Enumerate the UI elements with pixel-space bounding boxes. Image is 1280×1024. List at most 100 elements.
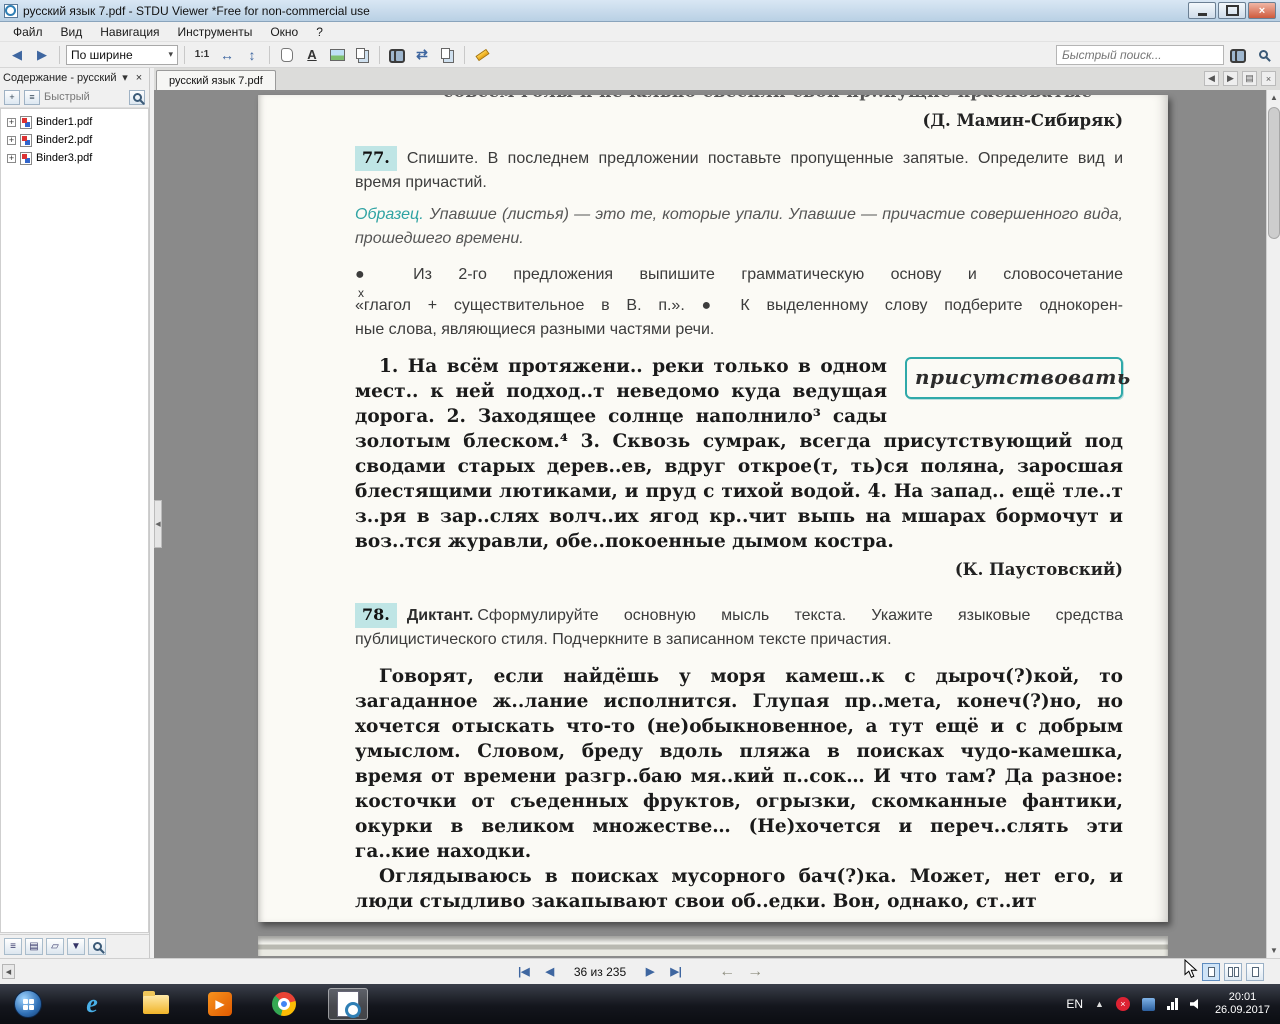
panel-contents-icon[interactable]: ≡ bbox=[4, 938, 22, 955]
continuous-layout-icon[interactable] bbox=[1246, 963, 1264, 981]
expand-all-icon[interactable]: + bbox=[4, 90, 20, 105]
first-page-button[interactable]: |◀ bbox=[514, 963, 534, 981]
menu-bar: Файл Вид Навигация Инструменты Окно ? bbox=[0, 22, 1280, 42]
highlight-tool-icon[interactable] bbox=[471, 44, 493, 66]
text-select-tool-icon[interactable]: A bbox=[301, 44, 323, 66]
taskbar-media-player[interactable]: ▶ bbox=[200, 988, 240, 1020]
previous-page-button[interactable]: ◀ bbox=[540, 963, 560, 981]
history-back-icon[interactable]: ← bbox=[716, 963, 738, 981]
zoom-mode-select[interactable]: По ширине ▾ bbox=[66, 45, 178, 65]
history-forward-icon[interactable]: → bbox=[744, 963, 766, 981]
page-glyph bbox=[1228, 967, 1233, 977]
maximize-button[interactable] bbox=[1218, 2, 1246, 19]
search-tool-icon[interactable] bbox=[386, 44, 408, 66]
action-center-icon[interactable]: × bbox=[1116, 997, 1130, 1011]
author-text: (Д. Мамин-Сибиряк) bbox=[923, 111, 1123, 130]
actual-size-icon[interactable]: 1:1 bbox=[191, 44, 213, 66]
quick-search-input[interactable] bbox=[1056, 45, 1224, 65]
find-next-icon[interactable] bbox=[1252, 44, 1274, 66]
copy-icon bbox=[441, 48, 450, 59]
exercise-77-note-line1: ● Из 2-го предложения выпишите грамматич… bbox=[355, 263, 1123, 287]
panel-search-icon[interactable] bbox=[88, 938, 106, 955]
fit-width-icon[interactable]: ↔ bbox=[216, 44, 238, 66]
sidebar-dropdown-icon[interactable]: ▾ bbox=[118, 71, 132, 85]
tree-item-label[interactable]: Binder2.pdf bbox=[36, 134, 92, 146]
expander-icon[interactable]: + bbox=[7, 136, 16, 145]
taskbar-clock[interactable]: 20:01 26.09.2017 bbox=[1215, 991, 1270, 1017]
network-icon[interactable] bbox=[1167, 998, 1178, 1010]
tab-scroll-left-icon[interactable]: ◀ bbox=[1204, 71, 1219, 86]
close-button[interactable]: × bbox=[1248, 2, 1276, 19]
windows-taskbar: e ▶ EN ▲ × 20:01 26.09.2017 bbox=[0, 984, 1280, 1024]
expander-icon[interactable]: + bbox=[7, 154, 16, 163]
tree-item-label[interactable]: Binder3.pdf bbox=[36, 152, 92, 164]
panel-attachments-icon[interactable]: ▼ bbox=[67, 938, 85, 955]
tree-item-binder3[interactable]: + Binder3.pdf bbox=[3, 149, 146, 167]
hand-tool-icon[interactable] bbox=[276, 44, 298, 66]
collapse-all-icon[interactable]: ≡ bbox=[24, 90, 40, 105]
taskbar-stdu-viewer-active[interactable] bbox=[328, 988, 368, 1020]
volume-icon[interactable] bbox=[1190, 998, 1203, 1010]
expander-icon[interactable]: + bbox=[7, 118, 16, 127]
chevron-down-icon: ▾ bbox=[168, 49, 173, 60]
menu-view[interactable]: Вид bbox=[52, 23, 92, 41]
panel-bookmarks-icon[interactable]: ▱ bbox=[46, 938, 64, 955]
start-button[interactable] bbox=[8, 988, 48, 1020]
next-page-button[interactable]: ▶ bbox=[640, 963, 660, 981]
menu-navigation[interactable]: Навигация bbox=[91, 23, 168, 41]
menu-help[interactable]: ? bbox=[307, 23, 332, 41]
chrome-icon bbox=[272, 992, 296, 1016]
tray-expand-icon[interactable]: ▲ bbox=[1095, 999, 1104, 1009]
tree-item-binder2[interactable]: + Binder2.pdf bbox=[3, 131, 146, 149]
document-tab[interactable]: русский язык 7.pdf bbox=[156, 70, 276, 90]
page-indicator[interactable]: 36 из 235 bbox=[566, 965, 634, 979]
exercise-78-task: 78.Диктант.Сформулируйте основную мысль … bbox=[355, 603, 1123, 652]
scroll-up-icon[interactable]: ▲ bbox=[1267, 90, 1280, 105]
last-page-button[interactable]: ▶| bbox=[666, 963, 686, 981]
menu-tools[interactable]: Инструменты bbox=[169, 23, 262, 41]
minimize-button[interactable] bbox=[1188, 2, 1216, 19]
tree-item-label[interactable]: Binder1.pdf bbox=[36, 116, 92, 128]
scroll-left-button[interactable]: ◀ bbox=[2, 964, 15, 979]
tab-scroll-right-icon[interactable]: ▶ bbox=[1223, 71, 1238, 86]
single-page-layout-icon[interactable] bbox=[1202, 963, 1220, 981]
next-page-preview bbox=[258, 936, 1168, 956]
sidebar-search-button[interactable] bbox=[129, 90, 145, 105]
sidebar-collapse-handle[interactable]: ◀ bbox=[154, 500, 162, 548]
menu-window[interactable]: Окно bbox=[261, 23, 307, 41]
exercise-77-number-badge: 77. bbox=[355, 146, 397, 171]
vocabulary-word-box: присутствовать bbox=[905, 357, 1123, 399]
copy-icon-button[interactable] bbox=[436, 44, 458, 66]
mouse-cursor bbox=[1184, 959, 1198, 984]
language-indicator[interactable]: EN bbox=[1066, 997, 1083, 1011]
exercise-78-paragraph-1: Говорят, если найдёшь у моря камеш..к с … bbox=[355, 664, 1123, 864]
tab-close-icon[interactable]: × bbox=[1261, 71, 1276, 86]
sidebar-close-icon[interactable]: × bbox=[132, 71, 146, 85]
taskbar-chrome[interactable] bbox=[264, 988, 304, 1020]
fit-height-icon[interactable]: ↕ bbox=[241, 44, 263, 66]
taskbar-file-explorer[interactable] bbox=[136, 988, 176, 1020]
stdu-viewer-icon bbox=[337, 991, 359, 1017]
tab-list-icon[interactable]: ▤ bbox=[1242, 71, 1257, 86]
previous-view-icon[interactable]: ◀ bbox=[6, 44, 28, 66]
tray-app-icon[interactable] bbox=[1142, 998, 1155, 1011]
panel-thumbnails-icon[interactable]: ▤ bbox=[25, 938, 43, 955]
swap-pages-icon[interactable]: ⇄ bbox=[411, 44, 433, 66]
scrollbar-thumb[interactable] bbox=[1268, 107, 1280, 239]
toolbar-separator bbox=[59, 46, 60, 64]
menu-file[interactable]: Файл bbox=[4, 23, 52, 41]
document-viewport[interactable]: совсем голы и печально свесили свои пр..… bbox=[154, 90, 1280, 958]
find-icon[interactable] bbox=[1227, 44, 1249, 66]
export-page-icon[interactable] bbox=[351, 44, 373, 66]
clipped-top-line: совсем голы и печально свесили свои пр..… bbox=[355, 95, 1123, 105]
page-navigation-bar: ◀ |◀ ◀ 36 из 235 ▶ ▶| ← → bbox=[0, 958, 1280, 984]
taskbar-internet-explorer[interactable]: e bbox=[72, 988, 112, 1020]
page-glyph bbox=[1208, 967, 1215, 977]
vertical-scrollbar[interactable]: ▲ ▼ bbox=[1266, 90, 1280, 958]
image-select-tool-icon[interactable] bbox=[326, 44, 348, 66]
tree-item-binder1[interactable]: + Binder1.pdf bbox=[3, 113, 146, 131]
sidebar-quick-search-label[interactable]: Быстрый bbox=[44, 91, 125, 103]
scroll-down-icon[interactable]: ▼ bbox=[1267, 943, 1280, 958]
two-page-layout-icon[interactable] bbox=[1224, 963, 1242, 981]
next-view-icon[interactable]: ▶ bbox=[31, 44, 53, 66]
